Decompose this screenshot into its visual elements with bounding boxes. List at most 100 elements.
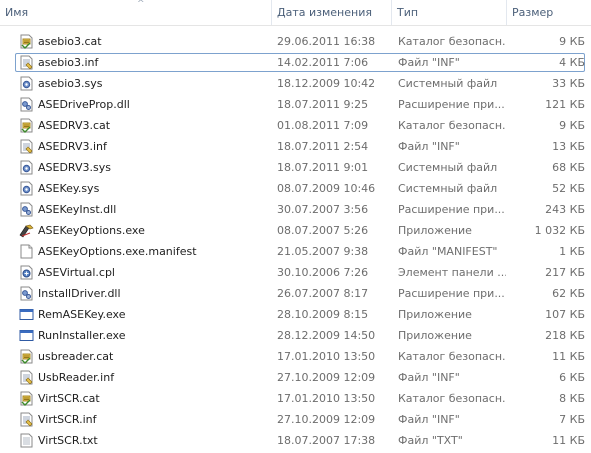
file-size: 62 КБ [552,287,585,300]
column-header-name-label: Имя [5,6,29,19]
file-row[interactable]: RunInstaller.exe 28.12.2009 14:50 Приложен… [0,325,591,346]
file-type: Расширение при... [398,203,505,216]
security-catalog-icon [19,349,34,364]
file-name: ASEDRV3.inf [38,140,107,153]
file-name: asebio3.inf [38,56,99,69]
file-date-modified: 18.07.2007 17:38 [277,434,376,447]
file-name: ASEDRV3.sys [38,161,111,174]
file-name: asebio3.sys [38,77,103,90]
file-date-modified: 30.10.2006 7:26 [277,266,369,279]
inf-file-icon [19,370,34,385]
file-date-modified: 08.07.2007 5:26 [277,224,369,237]
file-row[interactable]: asebio3.sys 18.12.2009 10:42 Системный фай… [0,73,591,94]
file-name: ASEKeyOptions.exe.manifest [38,245,197,258]
file-size: 243 КБ [545,203,585,216]
file-date-modified: 17.01.2010 13:50 [277,350,376,363]
file-date-modified: 28.12.2009 14:50 [277,329,376,342]
file-date-modified: 18.07.2011 9:01 [277,161,369,174]
window-exe-icon [19,328,34,343]
file-type: Файл "INF" [398,413,460,426]
file-date-modified: 01.08.2011 7:09 [277,119,369,132]
file-type: Расширение при... [398,287,505,300]
file-type: Каталог безопасн... [398,350,506,363]
control-panel-icon [19,265,34,280]
file-date-modified: 28.10.2009 8:15 [277,308,369,321]
file-size: 68 КБ [552,161,585,174]
column-header-date-label: Дата изменения [277,6,372,19]
column-header-name[interactable]: Имя ^ [0,0,272,25]
file-type: Приложение [398,329,472,342]
file-size: 9 КБ [559,119,585,132]
file-type: Каталог безопасн... [398,392,506,405]
file-type: Системный файл [398,77,498,90]
file-row[interactable]: ASEDriveProp.dll 18.07.2011 9:25 Расширени… [0,94,591,115]
file-size: 9 КБ [559,35,585,48]
file-row[interactable]: InstallDriver.dll 26.07.2007 8:17 Расширен… [0,283,591,304]
dll-file-icon [19,286,34,301]
file-row[interactable]: VirtSCR.inf 27.10.2009 12:09 Файл "INF" 7 К… [0,409,591,430]
security-catalog-icon [19,34,34,49]
dll-file-icon [19,202,34,217]
file-row[interactable]: RemASEKey.exe 28.10.2009 8:15 Приложение 10… [0,304,591,325]
file-row[interactable]: asebio3.cat 29.06.2011 16:38 Каталог безоп… [0,31,591,52]
file-row[interactable]: ASEDRV3.cat 01.08.2011 7:09 Каталог безопа… [0,115,591,136]
file-size: 4 КБ [559,56,585,69]
file-row[interactable]: ASEDRV3.inf 18.07.2011 2:54 Файл "INF" 13 К… [0,136,591,157]
file-date-modified: 18.07.2011 9:25 [277,98,369,111]
column-header-size[interactable]: Размер [507,0,591,25]
file-row[interactable]: usbreader.cat 17.01.2010 13:50 Каталог без… [0,346,591,367]
file-size: 52 КБ [552,182,585,195]
file-row[interactable]: VirtSCR.cat 17.01.2010 13:50 Каталог безоп… [0,388,591,409]
file-date-modified: 08.07.2009 10:46 [277,182,376,195]
file-size: 11 КБ [552,434,585,447]
window-exe-icon [19,307,34,322]
file-row[interactable]: ASEKeyOptions.exe 08.07.2007 5:26 Приложен… [0,220,591,241]
file-type: Системный файл [398,161,498,174]
file-name: VirtSCR.txt [38,434,98,447]
system-file-icon [19,181,34,196]
file-row[interactable]: UsbReader.inf 27.10.2009 12:09 Файл "INF" 6… [0,367,591,388]
file-row[interactable]: ASEVirtual.cpl 30.10.2006 7:26 Элемент пан… [0,262,591,283]
file-type: Приложение [398,308,472,321]
security-catalog-icon [19,118,34,133]
file-row[interactable]: ASEKeyInst.dll 30.07.2007 3:56 Расширение … [0,199,591,220]
file-size: 11 КБ [552,350,585,363]
file-row[interactable]: ASEKey.sys 08.07.2009 10:46 Системный файл… [0,178,591,199]
file-size: 1 032 КБ [534,224,585,237]
system-file-icon [19,76,34,91]
file-name: ASEKey.sys [38,182,100,195]
column-header-date[interactable]: Дата изменения [272,0,392,25]
file-name: RunInstaller.exe [38,329,126,342]
column-header-type[interactable]: Тип [392,0,507,25]
file-type: Файл "TXT" [398,434,463,447]
inf-file-icon [19,139,34,154]
file-name: UsbReader.inf [38,371,115,384]
file-size: 107 КБ [545,308,585,321]
file-date-modified: 27.10.2009 12:09 [277,371,376,384]
file-row[interactable]: asebio3.inf 14.02.2011 7:06 Файл "INF" 4 КБ [0,52,591,73]
file-size: 33 КБ [552,77,585,90]
sort-ascending-icon: ^ [137,0,145,9]
file-date-modified: 29.06.2011 16:38 [277,35,376,48]
file-type: Файл "MANIFEST" [398,245,498,258]
file-name: ASEDriveProp.dll [38,98,130,111]
system-file-icon [19,160,34,175]
file-name: ASEKeyOptions.exe [38,224,145,237]
inf-file-icon [19,412,34,427]
file-row[interactable]: ASEDRV3.sys 18.07.2011 9:01 Системный файл… [0,157,591,178]
file-date-modified: 18.12.2009 10:42 [277,77,376,90]
file-size: 121 КБ [545,98,585,111]
file-row[interactable]: ASEKeyOptions.exe.manifest 21.05.2007 9:3… [0,241,591,262]
file-name: usbreader.cat [38,350,114,363]
column-header-bar: Имя ^ Дата изменения Тип Размер [0,0,591,26]
blank-file-icon [19,244,34,259]
file-size: 6 КБ [559,371,585,384]
app-exe-icon [19,223,34,238]
text-file-icon [19,433,34,448]
file-name: ASEDRV3.cat [38,119,111,132]
file-type: Элемент панели ... [398,266,506,279]
file-date-modified: 21.05.2007 9:38 [277,245,369,258]
file-type: Файл "INF" [398,56,460,69]
file-rows: asebio3.cat 29.06.2011 16:38 Каталог безоп… [0,31,591,451]
file-row[interactable]: VirtSCR.txt 18.07.2007 17:38 Файл "TXT" 11 … [0,430,591,451]
